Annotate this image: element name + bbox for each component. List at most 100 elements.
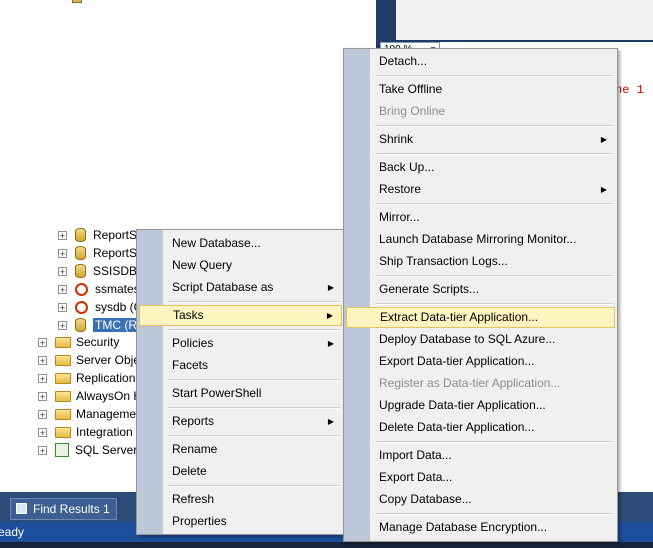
menu-item-label: New Query bbox=[172, 258, 233, 272]
menu-item-label: Mirror... bbox=[379, 210, 420, 224]
menu-item-tasks[interactable]: Tasks ▶ bbox=[139, 305, 342, 326]
tree-node-database[interactable]: + ssmates bbox=[58, 280, 140, 298]
menu-item-reports[interactable]: Reports ▶ bbox=[163, 411, 342, 432]
menu-item-label: Start PowerShell bbox=[172, 386, 262, 400]
tree-node-label: ReportS bbox=[93, 246, 138, 260]
menu-item-label: Bring Online bbox=[379, 104, 446, 118]
tree-node-database[interactable]: + SSISDB bbox=[58, 262, 137, 280]
menu-item-facets[interactable]: Facets bbox=[163, 355, 342, 376]
expand-icon[interactable]: + bbox=[38, 391, 47, 401]
database-icon bbox=[75, 228, 86, 242]
menu-separator bbox=[168, 301, 340, 303]
expand-icon[interactable]: + bbox=[38, 409, 47, 419]
menu-item-script-database-as[interactable]: Script Database as ▶ bbox=[163, 277, 342, 298]
expand-icon[interactable]: + bbox=[38, 373, 47, 383]
menu-item-label: Policies bbox=[172, 336, 214, 350]
expand-icon[interactable]: + bbox=[38, 355, 47, 365]
menu-item-export-data-tier-application[interactable]: Export Data-tier Application... bbox=[370, 351, 615, 372]
menu-item-label: Manage Database Encryption... bbox=[379, 520, 548, 534]
menu-item-delete-data-tier-application[interactable]: Delete Data-tier Application... bbox=[370, 417, 615, 438]
menu-item-shrink[interactable]: Shrink ▶ bbox=[370, 129, 615, 150]
menu-item-launch-mirroring-monitor[interactable]: Launch Database Mirroring Monitor... bbox=[370, 229, 615, 250]
tree-node-database-selected[interactable]: + TMC (R bbox=[58, 316, 140, 334]
menu-item-label: Deploy Database to SQL Azure... bbox=[379, 332, 556, 346]
menu-item-label: Launch Database Mirroring Monitor... bbox=[379, 232, 577, 246]
expand-icon[interactable]: + bbox=[58, 302, 67, 312]
menu-item-label: Rename bbox=[172, 442, 218, 456]
menu-item-mirror[interactable]: Mirror... bbox=[370, 207, 615, 228]
expand-icon[interactable]: + bbox=[58, 284, 67, 294]
expand-icon[interactable]: + bbox=[38, 337, 47, 347]
menu-item-label: Script Database as bbox=[172, 280, 274, 294]
menu-item-label: New Database... bbox=[172, 236, 261, 250]
tree-node-label: ReportS bbox=[93, 228, 138, 242]
menu-item-new-query[interactable]: New Query bbox=[163, 255, 342, 276]
expand-icon[interactable]: + bbox=[58, 320, 67, 330]
menu-separator bbox=[168, 435, 340, 437]
folder-icon bbox=[55, 426, 71, 438]
tree-node-database[interactable]: + ReportS bbox=[58, 226, 137, 244]
menu-item-export-data[interactable]: Export Data... bbox=[370, 467, 615, 488]
expand-icon[interactable]: + bbox=[38, 427, 47, 437]
menu-separator bbox=[375, 203, 613, 205]
menu-item-deploy-to-sql-azure[interactable]: Deploy Database to SQL Azure... bbox=[370, 329, 615, 350]
menu-item-label: Export Data-tier Application... bbox=[379, 354, 535, 368]
menu-separator bbox=[375, 303, 613, 305]
database-context-menu: New Database... New Query Script Databas… bbox=[136, 229, 345, 535]
submenu-arrow-icon: ▶ bbox=[327, 283, 334, 292]
expand-icon[interactable]: + bbox=[58, 230, 67, 240]
menu-item-rename[interactable]: Rename bbox=[163, 439, 342, 460]
menu-item-policies[interactable]: Policies ▶ bbox=[163, 333, 342, 354]
expand-icon[interactable]: + bbox=[58, 266, 67, 276]
menu-item-back-up[interactable]: Back Up... bbox=[370, 157, 615, 178]
menu-item-refresh[interactable]: Refresh bbox=[163, 489, 342, 510]
menu-item-label: Detach... bbox=[379, 54, 428, 68]
menu-item-label: Refresh bbox=[172, 492, 215, 506]
database-icon bbox=[75, 318, 86, 332]
tree-node-folder[interactable]: + Manageme bbox=[38, 405, 136, 423]
menu-item-label: Tasks bbox=[173, 308, 204, 322]
status-text: eady bbox=[0, 525, 25, 539]
tree-node-folder[interactable]: + Integration bbox=[38, 423, 133, 441]
menu-item-label: Properties bbox=[172, 514, 227, 528]
tree-node-agent[interactable]: + SQL Server A bbox=[38, 441, 148, 459]
menu-item-ship-transaction-logs[interactable]: Ship Transaction Logs... bbox=[370, 251, 615, 272]
tree-node-folder[interactable]: + AlwaysOn H bbox=[38, 387, 142, 405]
tree-node-folder[interactable]: + Replication bbox=[38, 369, 135, 387]
tree-node-database[interactable]: + ReportS bbox=[58, 244, 137, 262]
menu-item-manage-database-encryption[interactable]: Manage Database Encryption... bbox=[370, 517, 615, 538]
menu-separator bbox=[375, 513, 613, 515]
menu-separator bbox=[168, 379, 340, 381]
menu-item-take-offline[interactable]: Take Offline bbox=[370, 79, 615, 100]
folder-icon bbox=[55, 336, 71, 348]
menu-item-label: Back Up... bbox=[379, 160, 435, 174]
menu-item-restore[interactable]: Restore ▶ bbox=[370, 179, 615, 200]
menu-item-label: Facets bbox=[172, 358, 209, 372]
menu-item-register-data-tier-application: Register as Data-tier Application... bbox=[370, 373, 615, 394]
menu-separator bbox=[168, 329, 340, 331]
menu-item-import-data[interactable]: Import Data... bbox=[370, 445, 615, 466]
menu-item-extract-data-tier-application[interactable]: Extract Data-tier Application... bbox=[346, 307, 615, 328]
menu-item-generate-scripts[interactable]: Generate Scripts... bbox=[370, 279, 615, 300]
expand-icon[interactable]: + bbox=[38, 445, 47, 455]
tree-node-folder[interactable]: + Security bbox=[38, 333, 119, 351]
menu-item-new-database[interactable]: New Database... bbox=[163, 233, 342, 254]
menu-icon-gutter bbox=[344, 49, 370, 541]
menu-item-upgrade-data-tier-application[interactable]: Upgrade Data-tier Application... bbox=[370, 395, 615, 416]
tree-node-database[interactable]: + sysdb (C bbox=[58, 298, 142, 316]
menu-item-label: Restore bbox=[379, 182, 422, 196]
tree-node-folder[interactable]: + Server Obje bbox=[38, 351, 140, 369]
menu-item-label: Import Data... bbox=[379, 448, 452, 462]
submenu-arrow-icon: ▶ bbox=[600, 135, 607, 144]
menu-item-copy-database[interactable]: Copy Database... bbox=[370, 489, 615, 510]
menu-item-start-powershell[interactable]: Start PowerShell bbox=[163, 383, 342, 404]
menu-item-label: Reports bbox=[172, 414, 215, 428]
tree-node-label: SSISDB bbox=[93, 264, 138, 278]
submenu-arrow-icon: ▶ bbox=[326, 311, 333, 320]
expand-icon[interactable]: + bbox=[58, 248, 67, 258]
menu-item-properties[interactable]: Properties bbox=[163, 511, 342, 532]
find-results-tab[interactable]: Find Results 1 bbox=[10, 498, 117, 520]
folder-icon bbox=[55, 408, 71, 420]
menu-item-detach[interactable]: Detach... bbox=[370, 51, 615, 72]
menu-item-delete[interactable]: Delete bbox=[163, 461, 342, 482]
